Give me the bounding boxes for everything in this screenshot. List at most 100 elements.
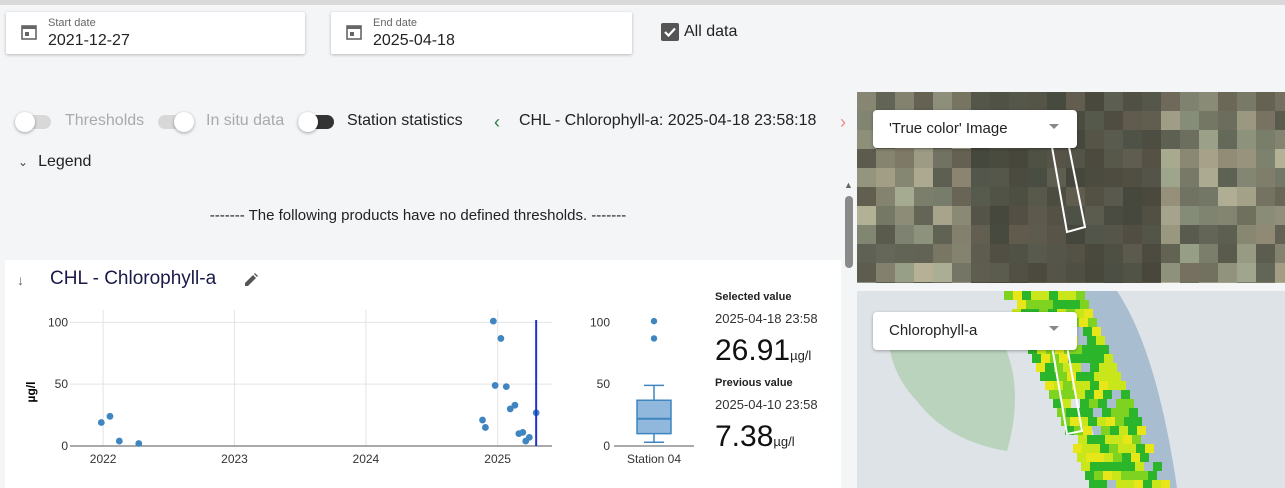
chlorophyll-pixel [1134,480,1143,488]
chlorophyll-pixel [1035,300,1044,309]
data-point[interactable] [489,317,497,325]
chlorophyll-pixel [1108,462,1117,471]
satellite-pixel [1161,225,1180,244]
satellite-pixel [1256,168,1275,187]
arrow-down-icon[interactable]: ↓ [17,272,24,288]
in-situ-toggle[interactable] [158,112,194,132]
satellite-pixel [1237,206,1256,225]
chlorophyll-pixel [1152,480,1161,488]
chlorophyll-pixel [1133,417,1142,426]
chlorophyll-pixel [1116,399,1125,408]
chlorophyll-pixel [1125,480,1134,488]
satellite-pixel [1028,263,1047,282]
chlorophyll-pixel [1083,327,1092,336]
satellite-pixel [1275,149,1285,168]
satellite-pixel [971,263,990,282]
chlorophyll-pixel [1058,372,1067,381]
satellite-pixel [1275,111,1285,130]
satellite-pixel [933,149,952,168]
chlorophyll-pixel [1045,381,1054,390]
satellite-pixel [1142,92,1161,111]
chlorophyll-pixel [1117,462,1126,471]
satellite-pixel [895,244,914,263]
satellite-pixel [1218,206,1237,225]
chlorophyll-pixel [1099,363,1108,372]
chlorophyll-pixel [1087,336,1096,345]
toggle-knob [174,112,194,132]
satellite-pixel [1180,130,1199,149]
satellite-pixel [1199,111,1218,130]
data-point[interactable] [497,335,505,342]
chlorophyll-pixel [1089,480,1098,488]
chlorophyll-pixel [1148,471,1157,480]
chevron-right-icon[interactable]: › [840,112,846,133]
chlorophyll-pixel [1153,462,1162,471]
end-date-field[interactable]: End date 2025-04-18 [331,12,632,54]
data-point[interactable] [106,412,114,420]
satellite-pixel [1142,168,1161,187]
outlier-point[interactable] [650,335,658,342]
data-point[interactable] [135,440,143,447]
station-statistics-toggle[interactable] [298,112,334,132]
chlorophyll-pixel [1040,372,1049,381]
satellite-pixel [1180,263,1199,282]
satellite-pixel [1180,282,1199,283]
chlorophyll-pixel [1121,471,1130,480]
satellite-pixel [933,187,952,206]
satellite-pixel [857,92,876,111]
data-point[interactable] [525,433,533,441]
satellite-pixel [1047,225,1066,244]
satellite-pixel [1218,225,1237,244]
data-point[interactable] [511,401,519,409]
satellite-pixel [1161,282,1180,283]
start-date-value[interactable]: 2021-12-27 [48,32,130,50]
scrollbar-thumb[interactable] [845,196,853,268]
satellite-pixel [914,225,933,244]
satellite-pixel [857,282,876,283]
data-point[interactable] [491,382,499,389]
chlorophyll-pixel [1132,435,1141,444]
data-point[interactable] [482,424,489,431]
satellite-pixel [1009,206,1028,225]
chlorophyll-pixel [1131,453,1140,462]
satellite-pixel [1028,206,1047,225]
checkbox-checked-icon[interactable] [661,23,679,41]
chlorophyll-pixel [1115,417,1124,426]
satellite-pixel [1009,244,1028,263]
chevron-left-icon[interactable]: ‹ [494,112,500,133]
satellite-pixel [1199,130,1218,149]
data-point[interactable] [479,416,486,424]
calendar-icon [346,25,362,40]
chlorophyll-pixel [1077,453,1086,462]
chlorophyll-pixel [1022,291,1031,300]
scroll-up-icon[interactable]: ▲ [844,180,853,190]
data-point[interactable] [97,419,105,426]
data-point[interactable] [115,437,123,445]
pencil-icon[interactable] [243,272,259,288]
legend-toggle[interactable]: ⌄ Legend [18,153,91,171]
chlorophyll-layer-select[interactable]: Chlorophyll-a [873,312,1077,350]
chlorophyll-pixel [1088,318,1097,327]
satellite-pixel [1237,111,1256,130]
chlorophyll-pixel [1137,426,1146,435]
start-date-field[interactable]: Start date 2021-12-27 [6,12,305,54]
true-color-layer-select[interactable]: 'True color' Image [873,110,1077,148]
chlorophyll-pixel [1063,381,1072,390]
time-series-chart[interactable]: 2022 2023 2024 2025 0 50 100 µg/l [0,300,560,475]
end-date-value[interactable]: 2025-04-18 [373,32,455,50]
chlorophyll-pixel [1041,354,1050,363]
chlorophyll-pixel [1112,471,1121,480]
all-data-checkbox[interactable]: All data [661,23,737,41]
satellite-pixel [895,282,914,283]
data-point[interactable] [519,429,527,436]
satellite-pixel [895,92,914,111]
outlier-point[interactable] [650,317,658,325]
box-plot-chart[interactable]: 0 50 100 Station 04 [570,300,700,475]
satellite-pixel [1104,187,1123,206]
satellite-pixel [1161,206,1180,225]
satellite-pixel [1142,149,1161,168]
thresholds-toggle[interactable] [15,112,51,132]
box-iqr[interactable] [636,399,672,435]
data-point[interactable] [502,383,510,391]
satellite-pixel [952,282,971,283]
